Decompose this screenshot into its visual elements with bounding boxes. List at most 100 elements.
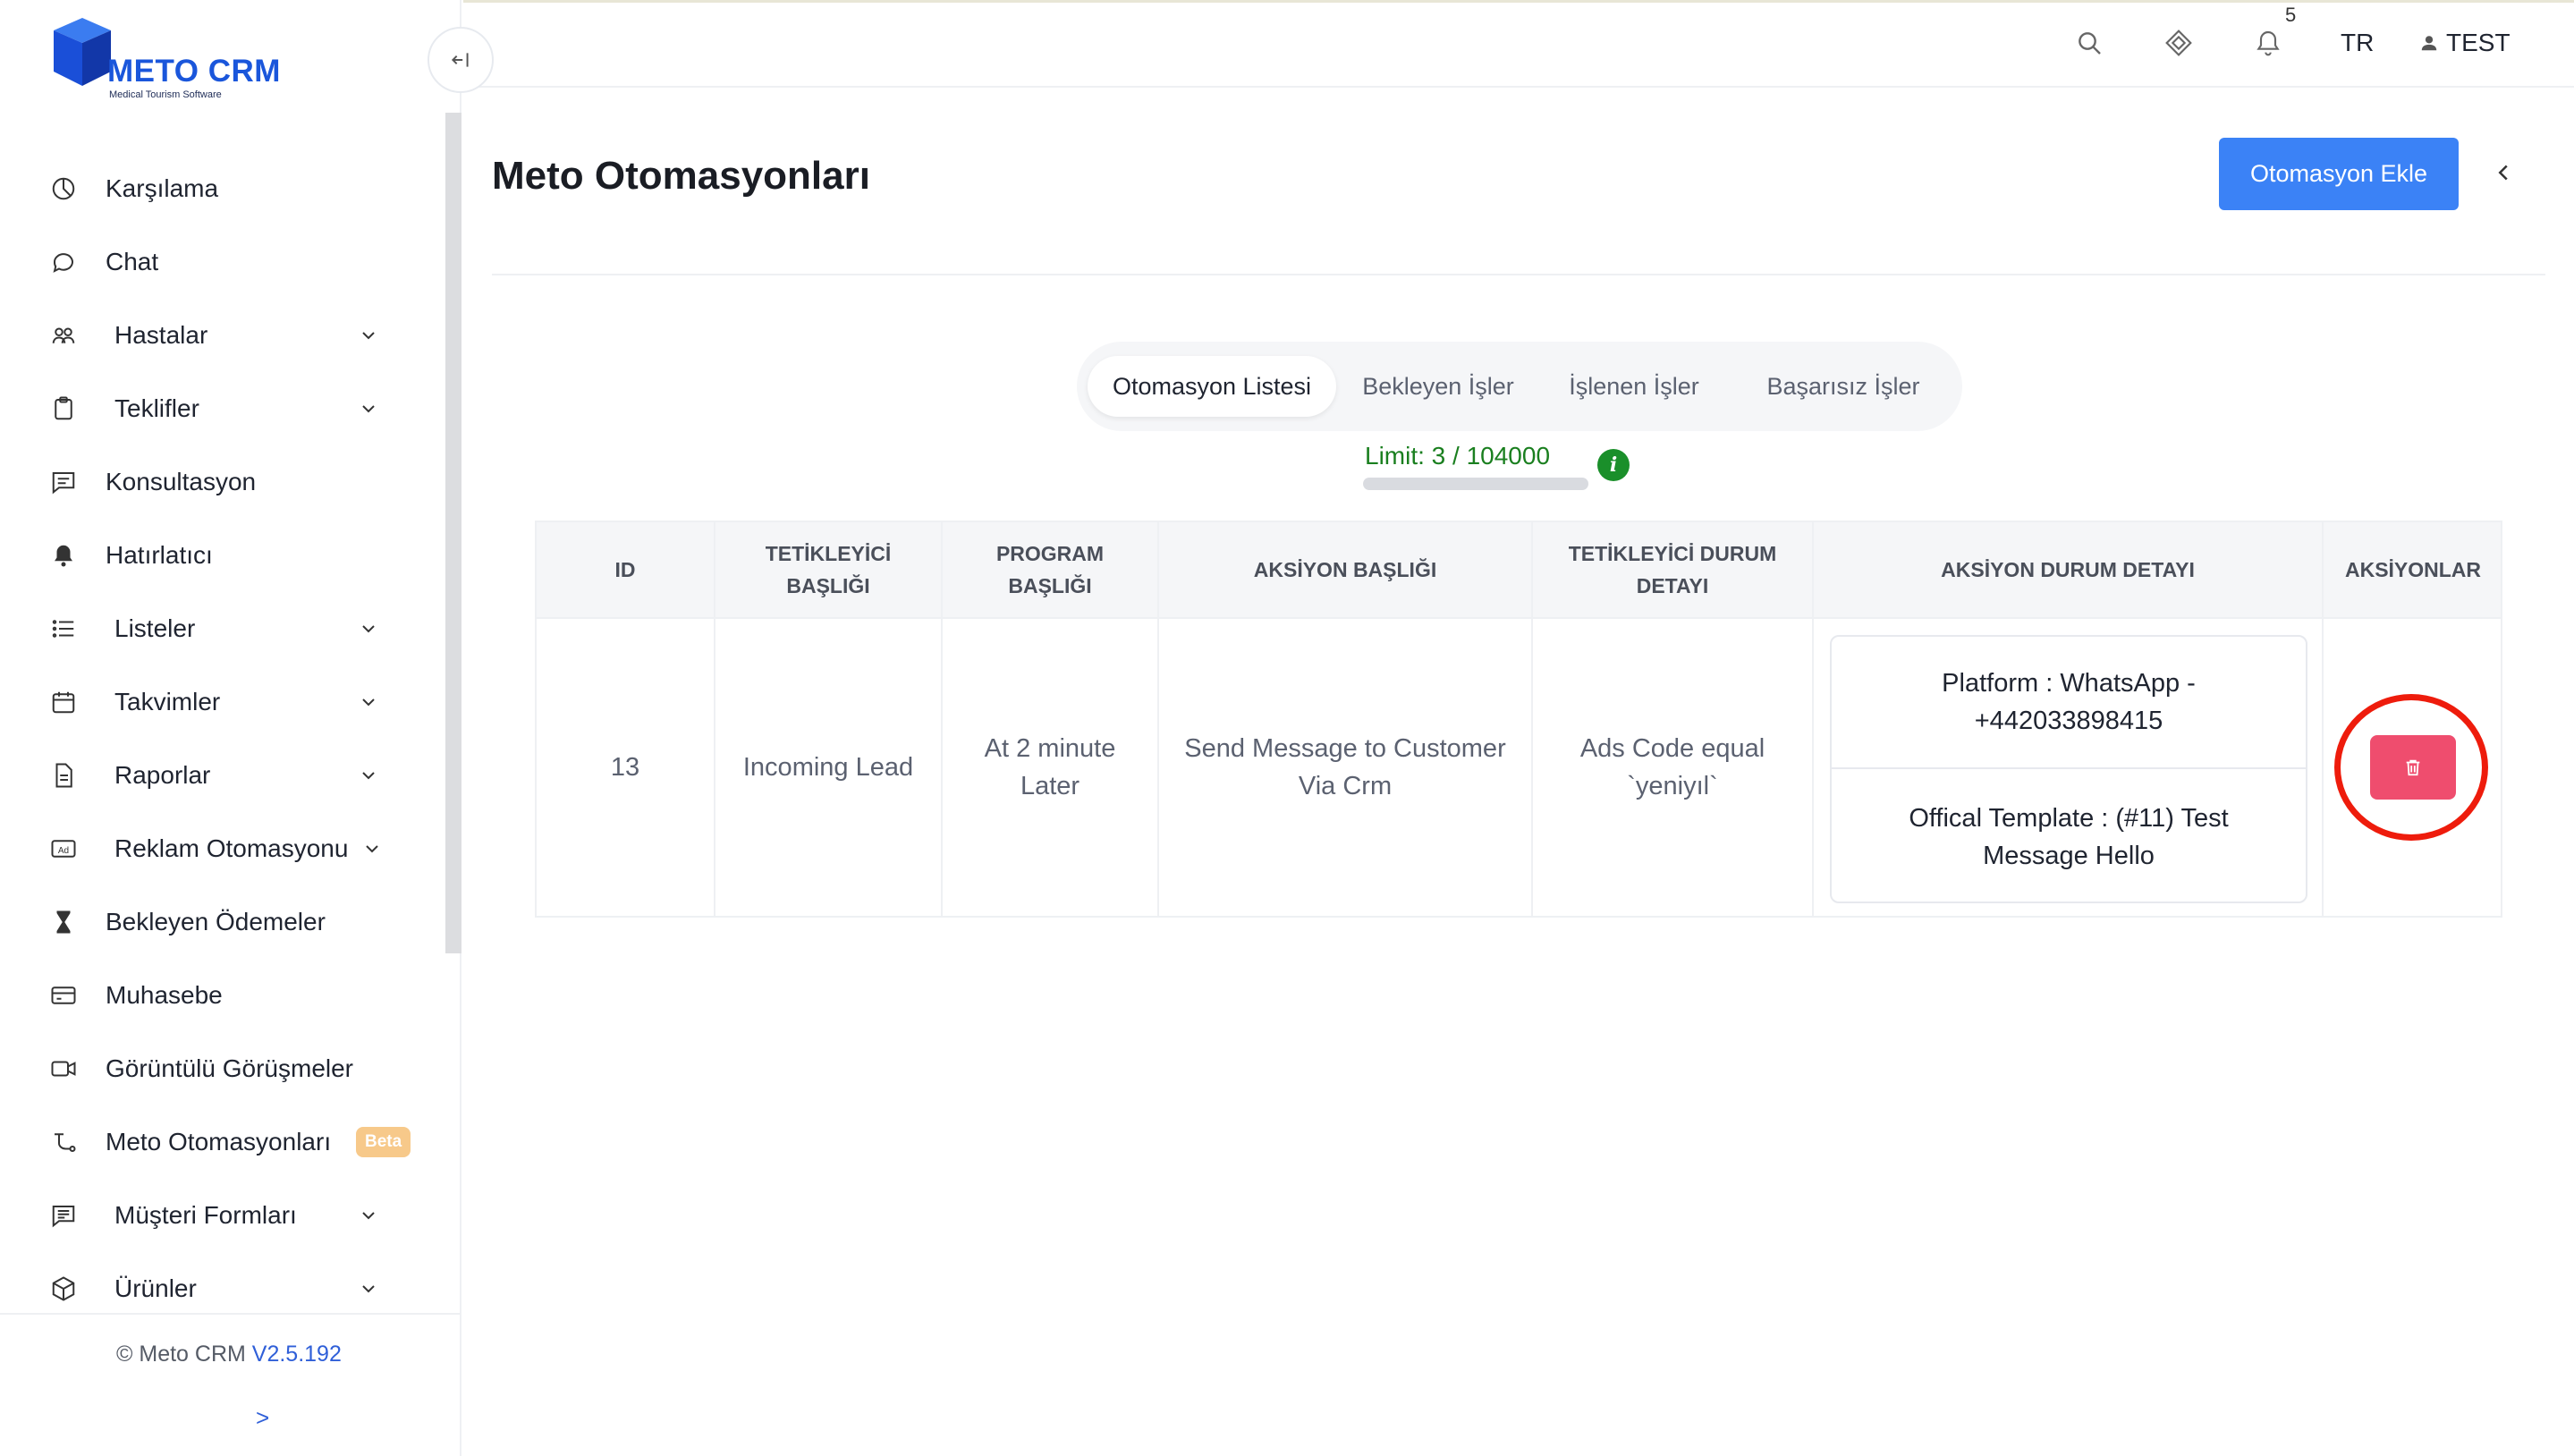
sidebar-item-hastalar[interactable]: Hastalar [0, 299, 445, 372]
sidebar-item-label: Chat [106, 248, 159, 275]
sidebar-item-listeler[interactable]: Listeler [0, 592, 445, 665]
calendar-icon [50, 689, 77, 715]
document-icon [50, 762, 77, 789]
cell-trigger-status: Ads Code equal `yeniyıl` [1533, 619, 1814, 916]
chevron-down-icon [362, 1285, 375, 1293]
cell-program-title: At 2 minute Later [943, 619, 1159, 916]
sidebar-footer: © Meto CRM V2.5.192 > [0, 1313, 461, 1456]
divider [492, 274, 2545, 275]
cell-action-title: Send Message to Customer Via Crm [1159, 619, 1533, 916]
sidebar-item-muhasebe[interactable]: Muhasebe [0, 959, 445, 1032]
sidebar-item-label: Teklifler [114, 394, 199, 422]
sidebar-scrollbar[interactable] [445, 113, 461, 953]
users-icon [50, 322, 77, 349]
sidebar-item-label: Meto Otomasyonları [106, 1128, 332, 1155]
chevron-down-icon [362, 405, 375, 413]
tab-basarisiz-isler[interactable]: Başarısız İşler [1742, 356, 1944, 417]
action-detail-card: Platform : WhatsApp - +442033898415 Offi… [1830, 635, 2307, 903]
col-header-trigger-status[interactable]: TETİKLEYİCİ DURUM DETAYI [1533, 522, 1814, 617]
sidebar: METO CRM Medical Tourism Software Karşıl… [0, 0, 461, 1456]
chat-bubble-icon [50, 249, 77, 275]
dashboard-icon [50, 175, 77, 202]
sidebar-item-konsultasyon[interactable]: Konsultasyon [0, 445, 445, 519]
expand-arrow-button[interactable]: > [256, 1404, 269, 1432]
collapse-sidebar-button[interactable] [428, 27, 494, 93]
table-row[interactable]: 13 Incoming Lead At 2 minute Later Send … [537, 617, 2501, 916]
bell-outline-icon [2256, 30, 2280, 56]
search-icon [2079, 32, 2101, 55]
col-header-trigger-title[interactable]: TETİKLEYİCİ BAŞLIĞI [715, 522, 943, 617]
clipboard-icon [50, 395, 77, 422]
sidebar-item-label: Müşteri Formları [114, 1201, 297, 1229]
sidebar-nav: Karşılama Chat Hastalar Teklifler Konsul… [0, 152, 445, 1325]
apps-button[interactable] [2163, 27, 2195, 59]
workflow-icon [50, 1129, 77, 1155]
tab-bekleyen-isler[interactable]: Bekleyen İşler [1351, 356, 1526, 417]
table-header: ID TETİKLEYİCİ BAŞLIĞI PROGRAM BAŞLIĞI A… [537, 522, 2501, 617]
sidebar-item-bekleyen-odemeler[interactable]: Bekleyen Ödemeler [0, 885, 445, 959]
limit-progress-bar [1363, 478, 1588, 490]
notification-count: 5 [2285, 4, 2297, 26]
add-automation-button[interactable]: Otomasyon Ekle [2219, 138, 2459, 210]
col-header-id[interactable]: ID [537, 522, 715, 617]
col-header-action-title[interactable]: AKSİYON BAŞLIĞI [1159, 522, 1533, 617]
chevron-down-icon [362, 698, 375, 707]
chevron-left-icon[interactable] [2490, 159, 2517, 186]
copyright-text: © Meto CRM [116, 1342, 246, 1367]
cell-action-status: Platform : WhatsApp - +442033898415 Offi… [1814, 619, 2324, 916]
form-icon [50, 1202, 77, 1229]
version-label: V2.5.192 [251, 1342, 342, 1367]
col-header-action-status[interactable]: AKSİYON DURUM DETAYI [1814, 522, 2324, 617]
tab-islenen-isler[interactable]: İşlenen İşler [1549, 356, 1719, 417]
sidebar-item-label: Hatırlatıcı [106, 541, 213, 569]
brand-name: METO CRM [107, 54, 281, 89]
sidebar-item-label: Takvimler [114, 688, 221, 715]
sidebar-item-raporlar[interactable]: Raporlar [0, 739, 445, 812]
sidebar-item-takvimler[interactable]: Takvimler [0, 665, 445, 739]
box-icon [50, 1275, 77, 1302]
user-icon [2421, 36, 2437, 51]
logo[interactable]: METO CRM Medical Tourism Software [47, 14, 315, 104]
chevron-down-icon [362, 1212, 375, 1220]
col-header-program-title[interactable]: PROGRAM BAŞLIĞI [943, 522, 1159, 617]
sidebar-item-teklifler[interactable]: Teklifler [0, 372, 445, 445]
automation-table: ID TETİKLEYİCİ BAŞLIĞI PROGRAM BAŞLIĞI A… [535, 521, 2502, 918]
list-icon [50, 615, 77, 642]
ad-icon: Ad [50, 835, 77, 862]
collapse-left-icon [451, 53, 469, 67]
search-button[interactable] [2073, 27, 2105, 59]
user-name: TEST [2446, 29, 2510, 56]
sidebar-item-hatirlatici[interactable]: Hatırlatıcı [0, 519, 445, 592]
notifications-button[interactable] [2252, 27, 2284, 59]
sidebar-item-chat[interactable]: Chat [0, 225, 445, 299]
cell-trigger-title: Incoming Lead [715, 619, 943, 916]
sidebar-item-reklam-otomasyonu[interactable]: Ad Reklam Otomasyonu [0, 812, 445, 885]
limit-text: Limit: 3 / 104000 [1365, 442, 1551, 470]
info-icon[interactable]: i [1597, 449, 1630, 481]
user-menu[interactable]: TEST [2419, 29, 2510, 57]
beta-badge: Beta [356, 1127, 411, 1157]
sidebar-item-goruntulu-gorusmeler[interactable]: Görüntülü Görüşmeler [0, 1032, 445, 1105]
bell-icon [50, 542, 77, 569]
sidebar-item-label: Konsultasyon [106, 468, 257, 495]
language-switcher[interactable]: TR [2341, 29, 2374, 57]
sidebar-item-label: Hastalar [114, 321, 208, 349]
highlight-circle-annotation [2334, 694, 2488, 841]
action-detail-template: Offical Template : (#11) Test Message He… [1909, 804, 2229, 870]
svg-text:Ad: Ad [58, 846, 69, 856]
tab-bar: Otomasyon Listesi Bekleyen İşler İşlenen… [1077, 342, 1962, 431]
col-header-actions: AKSİYONLAR [2344, 558, 2482, 581]
sidebar-item-label: Listeler [114, 614, 196, 642]
sidebar-item-label: Raporlar [114, 761, 211, 789]
sidebar-item-label: Muhasebe [106, 981, 223, 1009]
sidebar-item-label: Ürünler [114, 1274, 197, 1302]
sidebar-item-musteri-formlari[interactable]: Müşteri Formları [0, 1179, 445, 1252]
sidebar-item-meto-otomasyonlari[interactable]: Meto Otomasyonları Beta [0, 1105, 445, 1179]
tab-otomasyon-listesi[interactable]: Otomasyon Listesi [1088, 356, 1336, 417]
app-root: METO CRM Medical Tourism Software Karşıl… [0, 0, 2574, 1456]
chevron-down-icon [366, 845, 378, 853]
message-square-icon [50, 469, 77, 495]
sidebar-item-karsilama[interactable]: Karşılama [0, 152, 445, 225]
sidebar-item-label: Görüntülü Görüşmeler [106, 1054, 354, 1082]
sidebar-item-label: Karşılama [106, 174, 219, 202]
